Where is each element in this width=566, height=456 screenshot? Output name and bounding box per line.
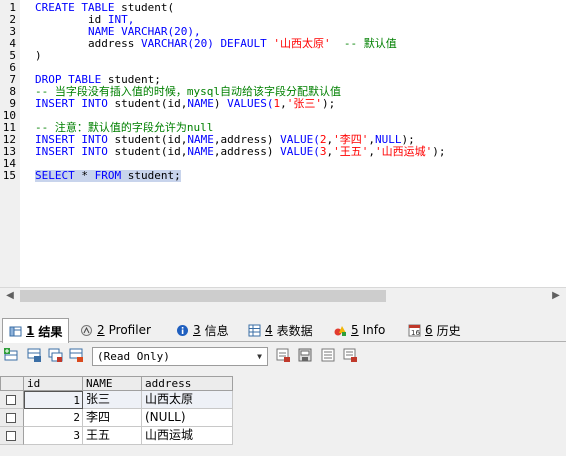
table-row[interactable]: 3 王五 山西运城 [0,427,233,445]
tab-history[interactable]: 16 6 历史 [402,318,467,342]
copy-rows-icon[interactable] [48,348,63,363]
result-mode-select[interactable]: (Read Only) ▼ [92,347,268,366]
row-checkbox[interactable] [0,409,24,427]
code-token: '张三' [286,97,322,110]
profiler-icon [81,324,92,336]
code-token: FROM [94,169,128,182]
row-checkbox[interactable] [0,427,24,445]
tab-table-data-key: 4 [265,323,273,337]
table-row[interactable]: 2 李四 (NULL) [0,409,233,427]
table-data-icon [248,324,261,336]
history-icon: 16 [408,324,421,337]
code-token: ); [321,97,336,110]
code-token: INSERT INTO [35,145,115,158]
code-token: -- 默认值 [330,37,397,50]
tab-table-data-label: 表数据 [276,323,313,338]
tab-info-key: 5 [351,323,359,337]
tab-result[interactable]: 1 结果 [2,318,70,343]
tab-messages-label: 信息 [204,323,229,338]
code-token: '山西运城' [374,145,433,158]
tab-result-key: 1 [26,324,35,338]
code-line[interactable]: INSERT INTO student(id,NAME,address) VAL… [35,146,445,158]
cell-address[interactable]: 山西运城 [142,427,233,445]
cell-name[interactable]: 张三 [83,391,142,409]
svg-text:16: 16 [411,329,420,337]
code-token: '山西太原' [273,37,331,50]
code-token: ) [35,49,42,62]
code-token: ) [213,97,228,110]
row-checkbox[interactable] [0,391,24,409]
scroll-right-icon[interactable]: ▶ [548,288,564,304]
code-token: student; [127,169,181,182]
column-header-name[interactable]: NAME [83,376,142,391]
code-token: address [35,37,141,50]
cell-id[interactable]: 3 [24,427,83,445]
code-token: ); [432,145,446,158]
result-tabs: 1 结果 2 Profiler 3 信息 4 表数据 5 Info 16 6 历… [0,316,566,343]
code-token: student(id, [114,145,188,158]
query-editor[interactable]: 1 2 3 4 5 6 7 8 9 10 11 12 13 14 15 CREATE TABLE stude… [0,0,566,303]
horizontal-scrollbar[interactable]: ◀ ▶ [0,287,566,303]
code-token: '王五' [333,145,369,158]
info-shapes-icon [334,325,346,336]
tab-messages[interactable]: 3 信息 [170,318,235,342]
cell-address[interactable]: 山西太原 [142,391,233,409]
code-token: , [280,97,287,110]
column-header-address[interactable]: address [142,376,233,391]
code-area[interactable]: CREATE TABLE student( id INT, NAME VARCH… [35,0,565,287]
cell-id[interactable]: 2 [24,409,83,427]
code-token: VARCHAR(20) DEFAULT [140,37,274,50]
code-line[interactable]: SELECT * FROM student; [35,170,181,182]
delete-rows-icon[interactable] [69,348,84,363]
scroll-left-icon[interactable]: ◀ [2,288,18,304]
sqlyog-window: 1 2 3 4 5 6 7 8 9 10 11 12 13 14 15 CREATE TABLE stude… [0,0,566,456]
code-token: NAME [187,145,214,158]
cell-name[interactable]: 王五 [83,427,142,445]
save-rows-icon[interactable] [27,348,42,363]
cell-name[interactable]: 李四 [83,409,142,427]
code-token: VALUE( [280,145,320,158]
code-token: student(id, [114,97,188,110]
form-view-icon[interactable] [321,348,336,363]
tab-info-label: Info [362,323,386,337]
scrollbar-thumb[interactable] [20,290,386,302]
code-token: NAME [187,97,214,110]
export-icon[interactable] [276,348,291,363]
tab-history-key: 6 [425,323,433,337]
insert-row-icon[interactable] [4,348,19,363]
tab-table-data[interactable]: 4 表数据 [242,318,319,342]
code-token: SELECT [35,169,82,182]
tab-profiler[interactable]: 2 Profiler [74,318,157,342]
grid-header: id NAME address [0,376,233,391]
copy-to-clipboard-icon[interactable] [298,348,313,363]
code-line[interactable]: ) [35,50,42,62]
code-token: VALUES( [227,97,274,110]
code-token: , [368,145,375,158]
result-grid-icon [9,326,22,336]
result-mode-value: (Read Only) [97,350,170,363]
code-line[interactable]: address VARCHAR(20) DEFAULT '山西太原' -- 默认… [35,38,397,50]
code-token: INSERT INTO [35,97,115,110]
tab-profiler-key: 2 [97,323,105,337]
tab-messages-key: 3 [193,323,201,337]
text-view-icon[interactable] [343,348,358,363]
code-line[interactable]: INSERT INTO student(id,NAME) VALUES(1,'张… [35,98,335,110]
code-token: * [81,169,95,182]
tab-result-label: 结果 [38,324,63,339]
cell-address[interactable]: (NULL) [142,409,233,427]
row-selector-header [0,376,24,391]
line-number-gutter: 1 2 3 4 5 6 7 8 9 10 11 12 13 14 15 [0,0,20,287]
line-number: 15 [2,169,16,182]
tab-info[interactable]: 5 Info [328,318,391,342]
code-token: ,address) [213,145,281,158]
table-row[interactable]: 1 张三 山西太原 [0,391,233,409]
result-toolbar: (Read Only) ▼ [0,343,566,369]
column-header-id[interactable]: id [24,376,83,391]
chevron-down-icon[interactable]: ▼ [252,348,267,365]
tab-history-label: 历史 [436,323,461,338]
info-icon [177,324,188,336]
tab-profiler-label: Profiler [108,323,151,337]
cell-id[interactable]: 1 [24,391,83,409]
